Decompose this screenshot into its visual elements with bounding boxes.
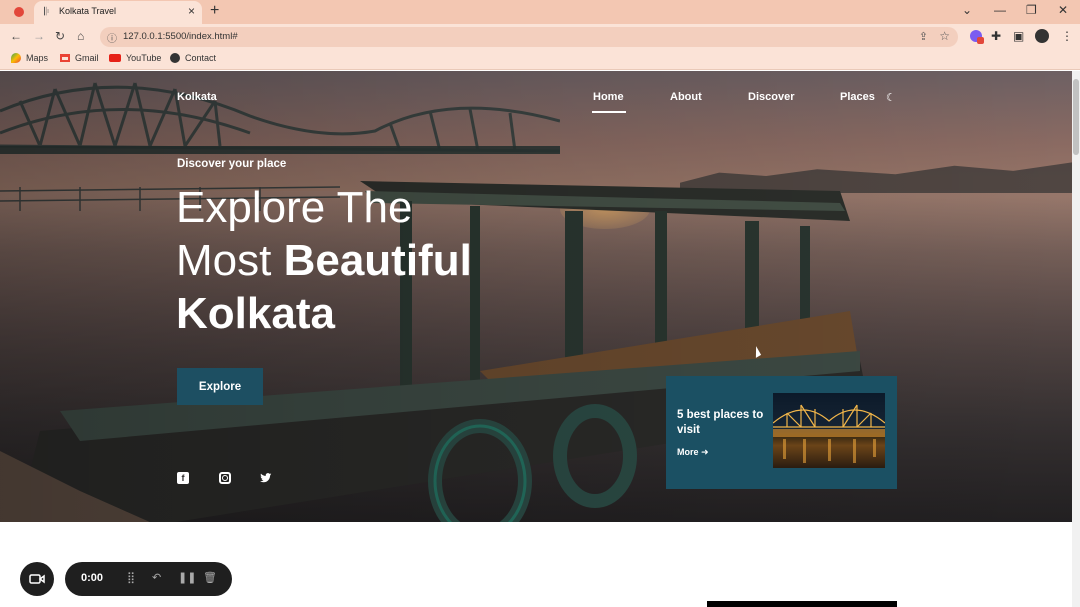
home-icon[interactable]: ⌂ xyxy=(77,29,84,43)
page-viewport: Kolkata Home About Discover Places ☾ Dis… xyxy=(0,71,1072,607)
forward-arrow-icon[interactable]: → xyxy=(33,29,45,43)
hero-subtitle: Discover your place xyxy=(177,158,287,170)
browser-tabbar: 𝄆 Kolkata Travel × + ⌄ — ❐ ✕ xyxy=(0,0,1080,24)
hero-overlay xyxy=(0,71,1072,522)
browser-toolbar: ← → ↻ ⌂ ⓘ 127.0.0.1:5500/index.html# ⇪ ☆ xyxy=(0,24,1080,49)
site-logo[interactable]: Kolkata xyxy=(177,91,217,103)
browser-tab[interactable]: 𝄆 Kolkata Travel × xyxy=(34,1,202,24)
explore-button[interactable]: Explore xyxy=(177,368,263,405)
recording-indicator-icon xyxy=(14,7,24,17)
headline-line-3: Kolkata xyxy=(176,287,472,340)
bookmark-label: Maps xyxy=(26,53,49,63)
headline-light-text: Most xyxy=(176,236,284,285)
share-icon[interactable]: ⇪ xyxy=(919,30,928,43)
hero-section: Kolkata Home About Discover Places ☾ Dis… xyxy=(0,71,1072,522)
maximize-window-icon[interactable]: ❐ xyxy=(1026,3,1037,17)
side-panel-icon[interactable]: ▣ xyxy=(1013,29,1024,43)
new-tab-button[interactable]: + xyxy=(210,2,219,20)
bookmark-label: Gmail xyxy=(75,53,99,63)
drag-grid-icon[interactable]: ⣿ xyxy=(127,571,135,584)
bookmark-youtube[interactable]: YouTube xyxy=(109,53,161,63)
pause-icon[interactable]: ❚❚ xyxy=(178,571,196,584)
address-bar[interactable]: ⓘ 127.0.0.1:5500/index.html# ⇪ ☆ xyxy=(100,27,958,47)
site-info-icon[interactable]: ⓘ xyxy=(107,30,117,45)
headline-bold-text: Beautiful xyxy=(283,236,472,285)
nav-active-indicator xyxy=(592,111,626,113)
close-window-icon[interactable]: ✕ xyxy=(1058,3,1068,17)
card-more-label: More xyxy=(677,447,699,457)
tab-close-icon[interactable]: × xyxy=(188,4,195,18)
dark-mode-moon-icon[interactable]: ☾ xyxy=(886,91,896,104)
extension-badge-icon xyxy=(977,37,984,44)
nav-places[interactable]: Places xyxy=(840,91,875,103)
howrah-bridge-night-illustration xyxy=(773,404,885,463)
tab-search-chevron-icon[interactable]: ⌄ xyxy=(962,3,972,17)
card-more-link[interactable]: More ➜ xyxy=(677,447,709,458)
tab-title: Kolkata Travel xyxy=(59,6,117,16)
nav-home[interactable]: Home xyxy=(593,91,624,103)
recording-controls: 0:00 ⣿ ↶ ❚❚ 🗑 xyxy=(65,562,232,596)
headline-line-2: Most Beautiful xyxy=(176,234,472,287)
extensions-puzzle-icon[interactable]: ✚ xyxy=(991,29,1001,43)
bookmark-label: Contact xyxy=(185,53,217,63)
gmail-icon xyxy=(60,54,70,62)
tab-favicon-icon: 𝄆 xyxy=(44,6,50,18)
scrollbar-thumb[interactable] xyxy=(1073,79,1079,155)
headline-line-1: Explore The xyxy=(176,183,413,232)
camera-toggle-button[interactable] xyxy=(20,562,54,596)
nav-about[interactable]: About xyxy=(670,91,702,103)
facebook-icon[interactable]: f xyxy=(177,472,189,484)
card-title: 5 best places to visit xyxy=(677,409,764,436)
bookmark-contact[interactable]: Contact xyxy=(170,53,216,63)
best-places-card[interactable]: 5 best places to visit More ➜ xyxy=(666,376,897,489)
undo-icon[interactable]: ↶ xyxy=(152,571,161,584)
bookmarks-bar: Maps Gmail YouTube Contact xyxy=(0,49,1080,70)
globe-icon xyxy=(170,53,180,63)
reload-icon[interactable]: ↻ xyxy=(55,29,65,43)
bookmark-gmail[interactable]: Gmail xyxy=(60,53,99,63)
recording-timer: 0:00 xyxy=(81,572,104,584)
minimize-window-icon[interactable]: — xyxy=(994,3,1006,17)
twitter-icon[interactable] xyxy=(260,472,272,484)
back-arrow-icon[interactable]: ← xyxy=(10,29,22,43)
next-section-image-edge xyxy=(707,601,897,607)
card-bridge-image xyxy=(773,393,885,468)
headline-city-text: Kolkata xyxy=(176,289,335,338)
bookmark-star-icon[interactable]: ☆ xyxy=(939,29,950,43)
page-scrollbar[interactable] xyxy=(1072,71,1080,607)
profile-avatar[interactable] xyxy=(1035,29,1049,43)
trash-icon[interactable]: 🗑 xyxy=(203,571,217,584)
arrow-right-icon: ➜ xyxy=(701,447,709,457)
video-camera-icon xyxy=(29,574,45,584)
hero-headline: Explore The Most Beautiful Kolkata xyxy=(176,181,472,340)
youtube-icon xyxy=(109,54,121,62)
bookmark-maps[interactable]: Maps xyxy=(11,53,48,63)
maps-icon xyxy=(11,53,21,63)
browser-menu-icon[interactable]: ⋮ xyxy=(1061,29,1073,43)
address-url[interactable]: 127.0.0.1:5500/index.html# xyxy=(123,31,238,42)
bookmark-label: YouTube xyxy=(126,53,162,63)
nav-discover[interactable]: Discover xyxy=(748,91,794,103)
instagram-icon[interactable] xyxy=(219,472,231,484)
